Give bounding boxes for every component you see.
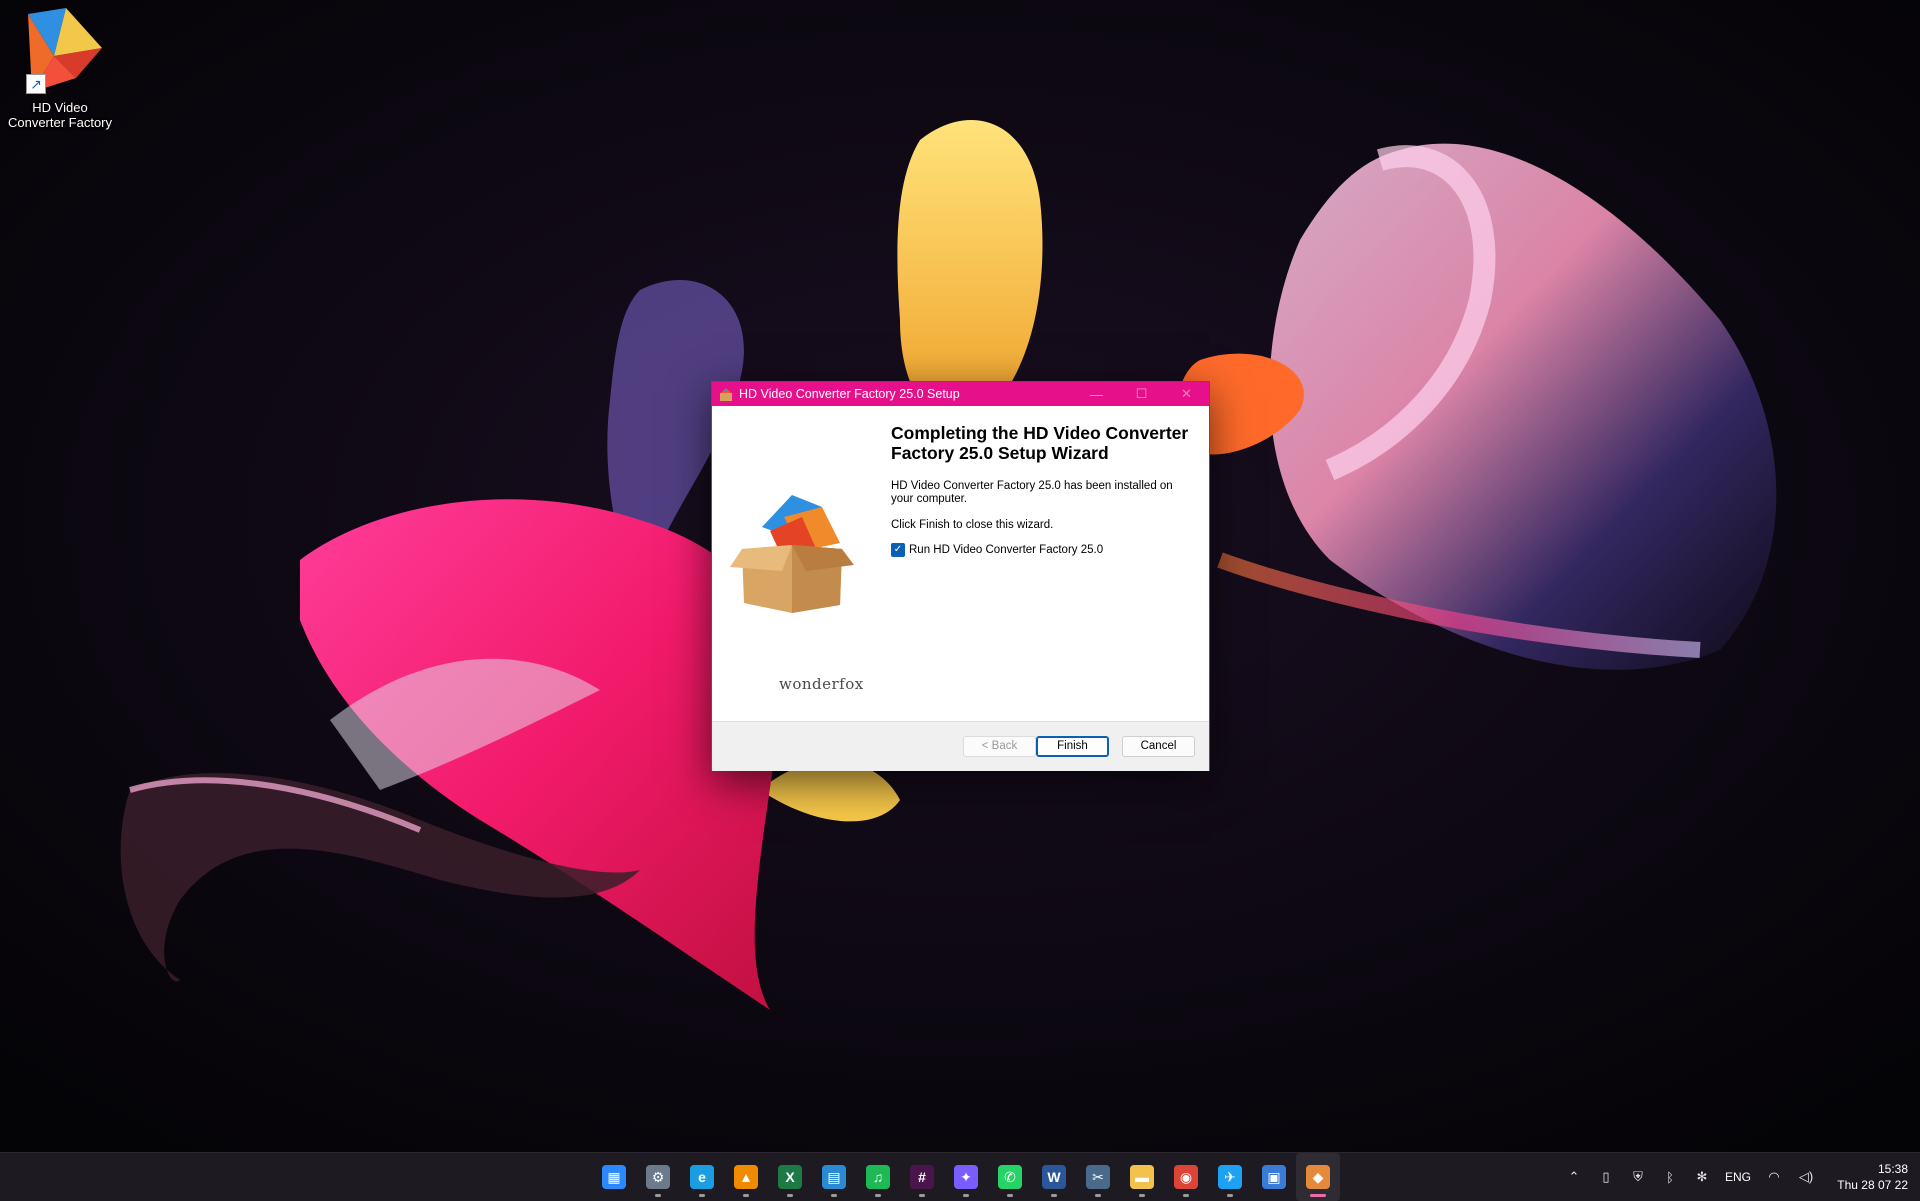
file-explorer-icon: ▬	[1130, 1165, 1154, 1189]
wizard-content: wonderfox Completing the HD Video Conver…	[712, 407, 1209, 703]
start-icon: ▦	[602, 1165, 626, 1189]
excel-icon: X	[778, 1165, 802, 1189]
volume-icon[interactable]: ◁)	[1790, 1169, 1822, 1185]
running-indicator	[919, 1194, 925, 1197]
cancel-button[interactable]: Cancel	[1122, 736, 1195, 757]
running-indicator	[1095, 1194, 1101, 1197]
back-button[interactable]: < Back	[963, 736, 1036, 757]
language-indicator[interactable]: ENG	[1718, 1170, 1758, 1184]
product-box-image	[730, 495, 854, 613]
spotify-icon: ♫	[866, 1165, 890, 1189]
taskbar-app-word[interactable]: W	[1032, 1153, 1076, 1201]
close-button[interactable]: ✕	[1164, 382, 1209, 406]
taskbar-app-snipping-tool[interactable]: ✂	[1076, 1153, 1120, 1201]
run-app-checkbox-label[interactable]: Run HD Video Converter Factory 25.0	[909, 544, 1103, 556]
minimize-button[interactable]: —	[1074, 382, 1119, 406]
slack-tray-icon[interactable]: ✻	[1686, 1169, 1718, 1185]
dialog-title: HD Video Converter Factory 25.0 Setup	[739, 387, 960, 401]
installer-icon: ◆	[1306, 1165, 1330, 1189]
snipping-tool-icon: ✂	[1086, 1165, 1110, 1189]
clock[interactable]: 15:38 Thu 28 07 22	[1822, 1161, 1920, 1193]
taskbar-app-spotify[interactable]: ♫	[856, 1153, 900, 1201]
taskbar-app-start[interactable]: ▦	[592, 1153, 636, 1201]
taskbar-app-whatsapp[interactable]: ✆	[988, 1153, 1032, 1201]
taskbar-app-slack[interactable]: #	[900, 1153, 944, 1201]
clock-time: 15:38	[1877, 1162, 1908, 1176]
usb-device-icon[interactable]: ▯	[1590, 1169, 1622, 1185]
taskbar-app-settings[interactable]: ⚙	[636, 1153, 680, 1201]
slack-icon: #	[910, 1165, 934, 1189]
setup-wizard-dialog: HD Video Converter Factory 25.0 Setup — …	[711, 381, 1210, 771]
twitter-icon: ✈	[1218, 1165, 1242, 1189]
running-indicator	[1139, 1194, 1145, 1197]
store-icon: ▣	[1262, 1165, 1286, 1189]
run-app-checkbox[interactable]: ✓	[891, 543, 905, 557]
wizard-button-bar: < Back Finish Cancel	[712, 721, 1209, 771]
running-indicator	[963, 1194, 969, 1197]
wizard-heading: Completing the HD Video Converter Factor…	[891, 423, 1189, 463]
running-indicator	[655, 1194, 661, 1197]
taskbar-app-store[interactable]: ▣	[1252, 1153, 1296, 1201]
run-app-option[interactable]: ✓ Run HD Video Converter Factory 25.0	[891, 543, 1103, 557]
shortcut-arrow-icon: ↗	[26, 74, 46, 94]
clock-date: Thu 28 07 22	[1837, 1178, 1908, 1192]
chrome-icon: ◉	[1174, 1165, 1198, 1189]
defender-warning-icon[interactable]: ⛨	[1622, 1169, 1654, 1185]
taskbar-app-messenger[interactable]: ✦	[944, 1153, 988, 1201]
running-indicator	[1310, 1194, 1326, 1197]
running-indicator	[1051, 1194, 1057, 1197]
taskbar: ▦ ⚙ e ▲ X ▤ ♫ # ✦ ✆ W ✂ ▬ ◉ ✈ ▣ ◆ ⌃ ▯ ⛨ ᛒ ✻ ENG ◠ ◁) 15:…	[0, 1152, 1920, 1201]
running-indicator	[1183, 1194, 1189, 1197]
vlc-icon: ▲	[734, 1165, 758, 1189]
whatsapp-icon: ✆	[998, 1165, 1022, 1189]
wizard-side-panel: wonderfox	[712, 407, 872, 703]
running-indicator	[1227, 1194, 1233, 1197]
tray-overflow-chevron-icon[interactable]: ⌃	[1558, 1169, 1590, 1185]
taskbar-app-vlc[interactable]: ▲	[724, 1153, 768, 1201]
wonderfox-logo: wonderfox	[779, 675, 864, 693]
running-indicator	[699, 1194, 705, 1197]
wifi-icon[interactable]: ◠	[1758, 1169, 1790, 1185]
settings-icon: ⚙	[646, 1165, 670, 1189]
taskbar-app-file-explorer[interactable]: ▬	[1120, 1153, 1164, 1201]
running-indicator	[875, 1194, 881, 1197]
taskbar-app-chrome[interactable]: ◉	[1164, 1153, 1208, 1201]
installer-app-icon	[720, 388, 732, 401]
desktop-shortcut-hd-video-converter[interactable]: ↗ HD Video Converter Factory	[2, 4, 118, 130]
running-indicator	[1007, 1194, 1013, 1197]
messenger-icon: ✦	[954, 1165, 978, 1189]
system-tray: ⌃ ▯ ⛨ ᛒ ✻ ENG ◠ ◁) 15:38 Thu 28 07 22	[1558, 1153, 1920, 1201]
company-portal-icon: ▤	[822, 1165, 846, 1189]
hd-video-converter-icon: ↗	[14, 4, 106, 96]
taskbar-app-company-portal[interactable]: ▤	[812, 1153, 856, 1201]
taskbar-app-edge[interactable]: e	[680, 1153, 724, 1201]
finish-button[interactable]: Finish	[1036, 736, 1109, 757]
installed-message: HD Video Converter Factory 25.0 has been…	[891, 480, 1173, 505]
bluetooth-icon[interactable]: ᛒ	[1654, 1170, 1686, 1185]
running-indicator	[831, 1194, 837, 1197]
running-indicator	[743, 1194, 749, 1197]
taskbar-app-twitter[interactable]: ✈	[1208, 1153, 1252, 1201]
taskbar-app-excel[interactable]: X	[768, 1153, 812, 1201]
finish-instructions: Click Finish to close this wizard.	[891, 519, 1054, 531]
taskbar-app-installer[interactable]: ◆	[1296, 1153, 1340, 1201]
dialog-titlebar[interactable]: HD Video Converter Factory 25.0 Setup — …	[712, 382, 1209, 406]
word-icon: W	[1042, 1165, 1066, 1189]
maximize-button[interactable]: ☐	[1119, 382, 1164, 406]
taskbar-apps: ▦ ⚙ e ▲ X ▤ ♫ # ✦ ✆ W ✂ ▬ ◉ ✈ ▣ ◆	[592, 1153, 1340, 1201]
desktop-shortcut-label: HD Video Converter Factory	[7, 100, 113, 130]
edge-icon: e	[690, 1165, 714, 1189]
running-indicator	[787, 1194, 793, 1197]
